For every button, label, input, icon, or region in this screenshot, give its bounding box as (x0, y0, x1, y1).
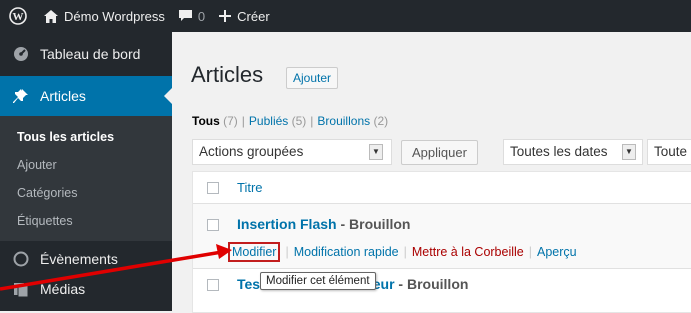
chevron-down-icon: ▼ (622, 144, 636, 160)
new-content-link[interactable]: Créer (212, 0, 277, 32)
edit-tooltip: Modifier cet élément (260, 272, 376, 290)
menu-media[interactable]: Médias (0, 277, 172, 309)
comments-count: 0 (197, 8, 206, 24)
categories-filter-value: Toute (654, 144, 688, 159)
filter-all[interactable]: Tous (7) (192, 114, 238, 128)
events-icon (10, 251, 32, 267)
action-separator: | (528, 245, 532, 259)
filter-drafts[interactable]: Brouillons (2) (317, 114, 388, 128)
menu-articles[interactable]: Articles (0, 76, 172, 116)
column-header-title[interactable]: Titre (237, 180, 263, 195)
post-title-line: Insertion Flash - Brouillon (237, 216, 410, 232)
apply-button[interactable]: Appliquer (401, 140, 478, 165)
edit-link[interactable]: Modifier (228, 242, 281, 262)
home-icon (44, 9, 58, 23)
submenu-add[interactable]: Ajouter (0, 151, 172, 179)
filter-drafts-label: Brouillons (317, 114, 371, 128)
svg-text:W: W (13, 11, 24, 23)
menu-events-label: Évènements (40, 251, 118, 267)
filter-separator: | (310, 114, 314, 128)
page-title: Articles (191, 62, 264, 87)
menu-articles-label: Articles (40, 88, 86, 104)
comments-link[interactable]: 0 (172, 0, 212, 32)
dashboard-gauge-icon (10, 46, 32, 62)
new-label: Créer (237, 8, 270, 24)
menu-dashboard[interactable]: Tableau de bord (0, 32, 172, 76)
articles-submenu: Tous les articles Ajouter Catégories Éti… (0, 116, 172, 241)
post-title-link[interactable]: Insertion Flash (237, 216, 337, 232)
filter-published[interactable]: Publiés (5) (249, 114, 306, 128)
status-filters: Tous (7) | Publiés (5) | Brouillons (2) (192, 114, 388, 128)
filter-published-count: (5) (291, 114, 307, 128)
submenu-tags[interactable]: Étiquettes (0, 207, 172, 235)
site-name: Démo Wordpress (64, 8, 165, 24)
menu-media-label: Médias (40, 281, 86, 297)
quick-edit-link[interactable]: Modification rapide (294, 245, 399, 259)
admin-bar: W Démo Wordpress 0 Créer (0, 0, 691, 32)
site-name-link[interactable]: Démo Wordpress (34, 0, 172, 32)
filter-drafts-count: (2) (373, 114, 389, 128)
add-article-button[interactable]: Ajouter (286, 67, 339, 89)
wordpress-logo-icon[interactable]: W (0, 0, 34, 32)
comment-bubble-icon (178, 10, 192, 22)
categories-filter-select[interactable]: Toute (647, 139, 691, 165)
preview-link[interactable]: Aperçu (537, 245, 577, 259)
post-state: - Brouillon (394, 276, 469, 292)
dates-filter-select[interactable]: Toutes les dates ▼ (503, 139, 643, 165)
bulk-actions-select[interactable]: Actions groupées ▼ (192, 139, 392, 165)
post-state: - Brouillon (336, 216, 411, 232)
bulk-actions-value: Actions groupées (199, 144, 304, 159)
action-separator: | (285, 245, 289, 259)
row-checkbox[interactable] (207, 279, 219, 291)
row-actions: Modifier | Modification rapide | Mettre … (228, 242, 577, 262)
filter-published-label: Publiés (248, 114, 289, 128)
submenu-all-articles[interactable]: Tous les articles (0, 123, 172, 151)
filter-all-count: (7) (223, 114, 238, 128)
posts-table: Titre Insertion Flash - Brouillon Modifi… (192, 171, 691, 313)
menu-events[interactable]: Évènements (0, 241, 172, 277)
select-all-checkbox[interactable] (207, 182, 219, 194)
submenu-categories[interactable]: Catégories (0, 179, 172, 207)
filter-separator: | (241, 114, 245, 128)
main-content: Articles Ajouter Tous (7) | Publiés (5) | Br… (172, 32, 691, 313)
plus-icon (219, 10, 232, 22)
admin-sidebar: Tableau de bord Articles Tous les articl… (0, 32, 172, 311)
media-icon (10, 281, 32, 297)
menu-dashboard-label: Tableau de bord (40, 46, 141, 62)
chevron-down-icon: ▼ (369, 144, 383, 160)
trash-link[interactable]: Mettre à la Corbeille (412, 245, 524, 259)
pushpin-icon (10, 88, 32, 104)
row-checkbox[interactable] (207, 219, 219, 231)
filter-all-label: Tous (192, 114, 220, 128)
action-separator: | (403, 245, 407, 259)
dates-filter-value: Toutes les dates (510, 144, 608, 159)
